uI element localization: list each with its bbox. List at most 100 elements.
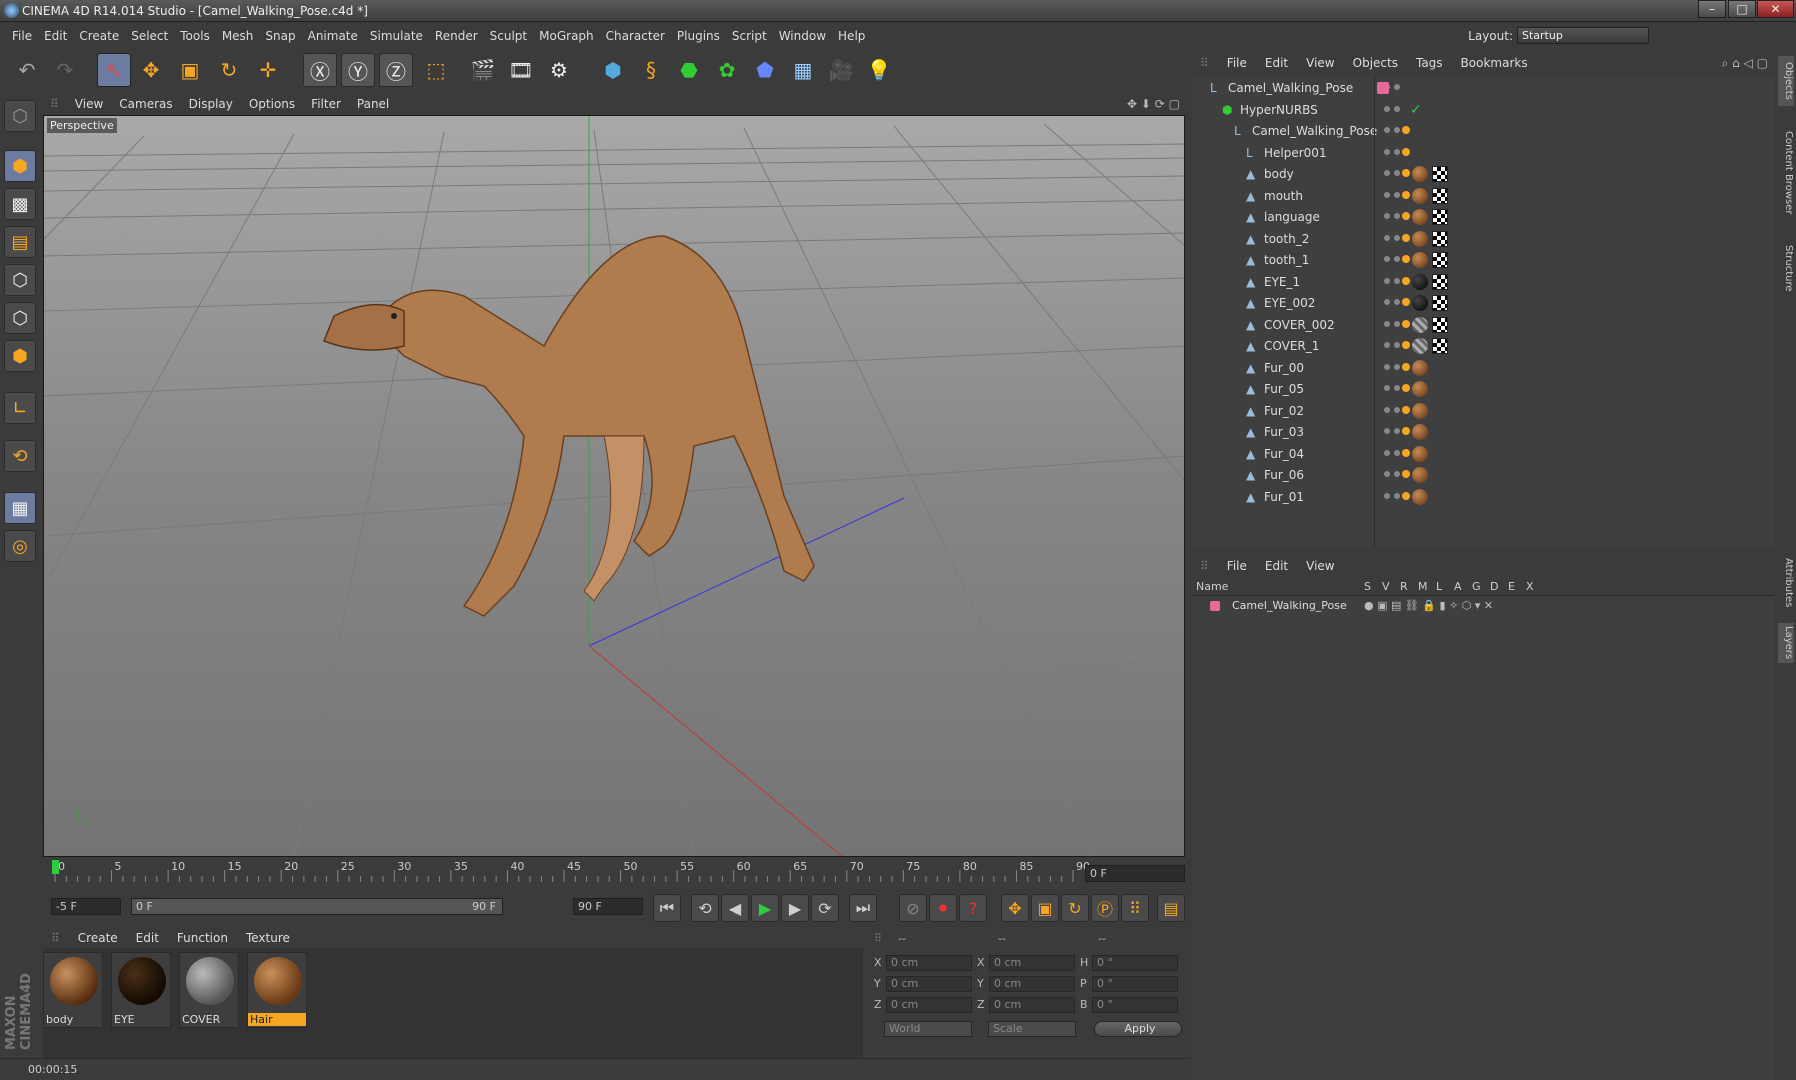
uvw-tag-icon[interactable]	[1432, 252, 1448, 268]
layer-flag-icons[interactable]: ● ▣ ▤ ⛓ 🔒 ▮ ✧ ⬡ ▾ ✕	[1364, 599, 1493, 612]
scale-icon[interactable]: ▣	[173, 53, 207, 87]
menu-mesh[interactable]: Mesh	[222, 29, 254, 43]
phong-tag-icon[interactable]	[1402, 190, 1410, 199]
tab-structure[interactable]: Structure	[1778, 238, 1794, 298]
phong-tag-icon[interactable]	[1402, 276, 1410, 285]
material-tag-icon[interactable]	[1412, 445, 1428, 462]
cube-icon[interactable]: ⬢	[596, 53, 630, 87]
make-editable-icon[interactable]: ⬡	[4, 100, 36, 132]
play-icon[interactable]: ▶	[751, 894, 779, 922]
menu-snap[interactable]: Snap	[265, 29, 295, 43]
material-swatch-selected[interactable]: Hair	[247, 952, 307, 1028]
layer-menu-edit[interactable]: Edit	[1265, 559, 1288, 573]
material-tag-icon[interactable]	[1412, 187, 1428, 204]
y-axis-lock-icon[interactable]: Ⓨ	[341, 53, 375, 87]
object-row[interactable]: ▲ Fur_04	[1192, 444, 1774, 465]
phong-tag-icon[interactable]	[1402, 470, 1410, 478]
perspective-viewport[interactable]: Perspective Y ↑→	[43, 115, 1185, 857]
object-row[interactable]: ▲ Fur_06	[1192, 465, 1774, 486]
visibility-dots[interactable]	[1382, 234, 1402, 245]
rotation-h-field[interactable]: 0 °	[1092, 955, 1178, 971]
menu-animate[interactable]: Animate	[308, 29, 358, 43]
material-tag-icon[interactable]	[1412, 402, 1428, 419]
object-row[interactable]: ▲ Fur_03	[1192, 422, 1774, 443]
key-rotation-icon[interactable]: ↻	[1061, 894, 1089, 922]
texture-mode-icon[interactable]: ▩	[4, 188, 36, 220]
go-to-start-icon[interactable]: ⏮	[653, 894, 681, 922]
material-tag-icon[interactable]	[1412, 316, 1428, 333]
uvw-tag-icon[interactable]	[1432, 316, 1448, 333]
material-tag-icon[interactable]	[1412, 166, 1428, 182]
scheme-settings-icon[interactable]: ▤	[1157, 894, 1185, 922]
visibility-dots[interactable]	[1382, 428, 1402, 438]
material-menu-edit[interactable]: Edit	[136, 931, 159, 945]
phong-tag-icon[interactable]	[1402, 212, 1410, 220]
snap-icon[interactable]: ◎	[4, 530, 36, 562]
menu-select[interactable]: Select	[131, 29, 168, 43]
phong-tag-icon[interactable]	[1402, 126, 1410, 134]
menu-file[interactable]: File	[12, 29, 32, 43]
tab-objects[interactable]: Objects	[1778, 56, 1794, 106]
menu-sculpt[interactable]: Sculpt	[490, 29, 527, 43]
material-tag-icon[interactable]	[1412, 338, 1428, 354]
phong-tag-icon[interactable]	[1402, 405, 1410, 414]
material-menu-create[interactable]: Create	[78, 931, 118, 945]
visibility-dots[interactable]	[1382, 449, 1402, 460]
position-z-field[interactable]: 0 cm	[886, 997, 972, 1013]
nurbs-icon[interactable]: ⬣	[672, 53, 706, 87]
enabled-check-icon[interactable]: ✓	[1410, 102, 1422, 118]
tab-layers[interactable]: Layers	[1778, 623, 1794, 663]
deformer-icon[interactable]: ⬟	[748, 53, 782, 87]
object-manager-nav-icons[interactable]: ⌕ ⌂ ◁ ▢	[1722, 56, 1768, 71]
phong-tag-icon[interactable]	[1402, 491, 1410, 500]
object-row[interactable]: ▲ tooth_2	[1192, 229, 1774, 250]
tab-attributes[interactable]: Attributes	[1778, 553, 1794, 613]
layer-row[interactable]: Camel_Walking_Pose ● ▣ ▤ ⛓ 🔒 ▮ ✧ ⬡ ▾ ✕	[1192, 596, 1774, 617]
material-swatch[interactable]: COVER	[179, 952, 239, 1028]
redo-icon[interactable]: ↷	[48, 53, 82, 87]
menu-help[interactable]: Help	[838, 29, 865, 43]
live-selection-icon[interactable]: ↖	[97, 53, 131, 87]
object-row[interactable]: ▲ Fur_05	[1192, 379, 1774, 400]
menu-script[interactable]: Script	[732, 29, 767, 43]
uvw-tag-icon[interactable]	[1432, 166, 1448, 182]
object-row[interactable]: ▲ language	[1192, 207, 1774, 228]
record-keys-icon[interactable]: ⊘	[899, 894, 927, 922]
previous-frame-icon[interactable]: ◀	[721, 894, 749, 922]
visibility-dots[interactable]	[1382, 492, 1402, 503]
key-scale-icon[interactable]: ▣	[1031, 894, 1059, 922]
render-settings-icon[interactable]: ⚙	[542, 53, 576, 87]
key-pla-icon[interactable]: ⠿	[1121, 894, 1149, 922]
minimize-button[interactable]: –	[1698, 0, 1726, 18]
phong-tag-icon[interactable]	[1402, 448, 1410, 457]
visibility-dots[interactable]	[1382, 256, 1402, 266]
workplane-lock-icon[interactable]: ▦	[4, 492, 36, 524]
visibility-dots[interactable]	[1382, 471, 1402, 481]
uvw-tag-icon[interactable]	[1432, 295, 1448, 311]
layer-color-tag[interactable]	[1377, 82, 1389, 94]
object-row[interactable]: ▲ COVER_1	[1192, 336, 1774, 357]
object-menu-objects[interactable]: Objects	[1353, 56, 1398, 70]
phong-tag-icon[interactable]	[1402, 169, 1410, 177]
visibility-dots[interactable]	[1382, 299, 1402, 309]
object-row[interactable]: L Helper001	[1192, 143, 1774, 164]
uvw-tag-icon[interactable]	[1432, 230, 1448, 247]
keyframe-selection-icon[interactable]: ?	[959, 894, 987, 922]
maximize-button[interactable]: □	[1728, 0, 1756, 18]
menu-render[interactable]: Render	[435, 29, 478, 43]
viewport-menu-view[interactable]: View	[75, 97, 103, 111]
floor-icon[interactable]: ▦	[786, 53, 820, 87]
viewport-nav-icons[interactable]: ✥ ⬇ ⟳ ▢	[1127, 97, 1180, 111]
next-frame-icon[interactable]: ▶	[781, 894, 809, 922]
menu-simulate[interactable]: Simulate	[370, 29, 423, 43]
timeline[interactable]: 0 5 10 15 20 25 30 35 40 45 50 55 60 65 70 75 80 85 90 0 F	[43, 860, 1187, 888]
edges-mode-icon[interactable]: ⬡	[4, 302, 36, 334]
size-mode-select[interactable]: Scale	[988, 1021, 1076, 1037]
phong-tag-icon[interactable]	[1402, 233, 1410, 242]
material-swatch[interactable]: EYE	[111, 952, 171, 1028]
max-time-field[interactable]: 90 F	[573, 898, 643, 915]
size-x-field[interactable]: 0 cm	[989, 955, 1075, 971]
phong-tag-icon[interactable]	[1402, 384, 1410, 392]
rotation-b-field[interactable]: 0 °	[1092, 997, 1178, 1013]
visibility-dots[interactable]	[1382, 406, 1402, 417]
